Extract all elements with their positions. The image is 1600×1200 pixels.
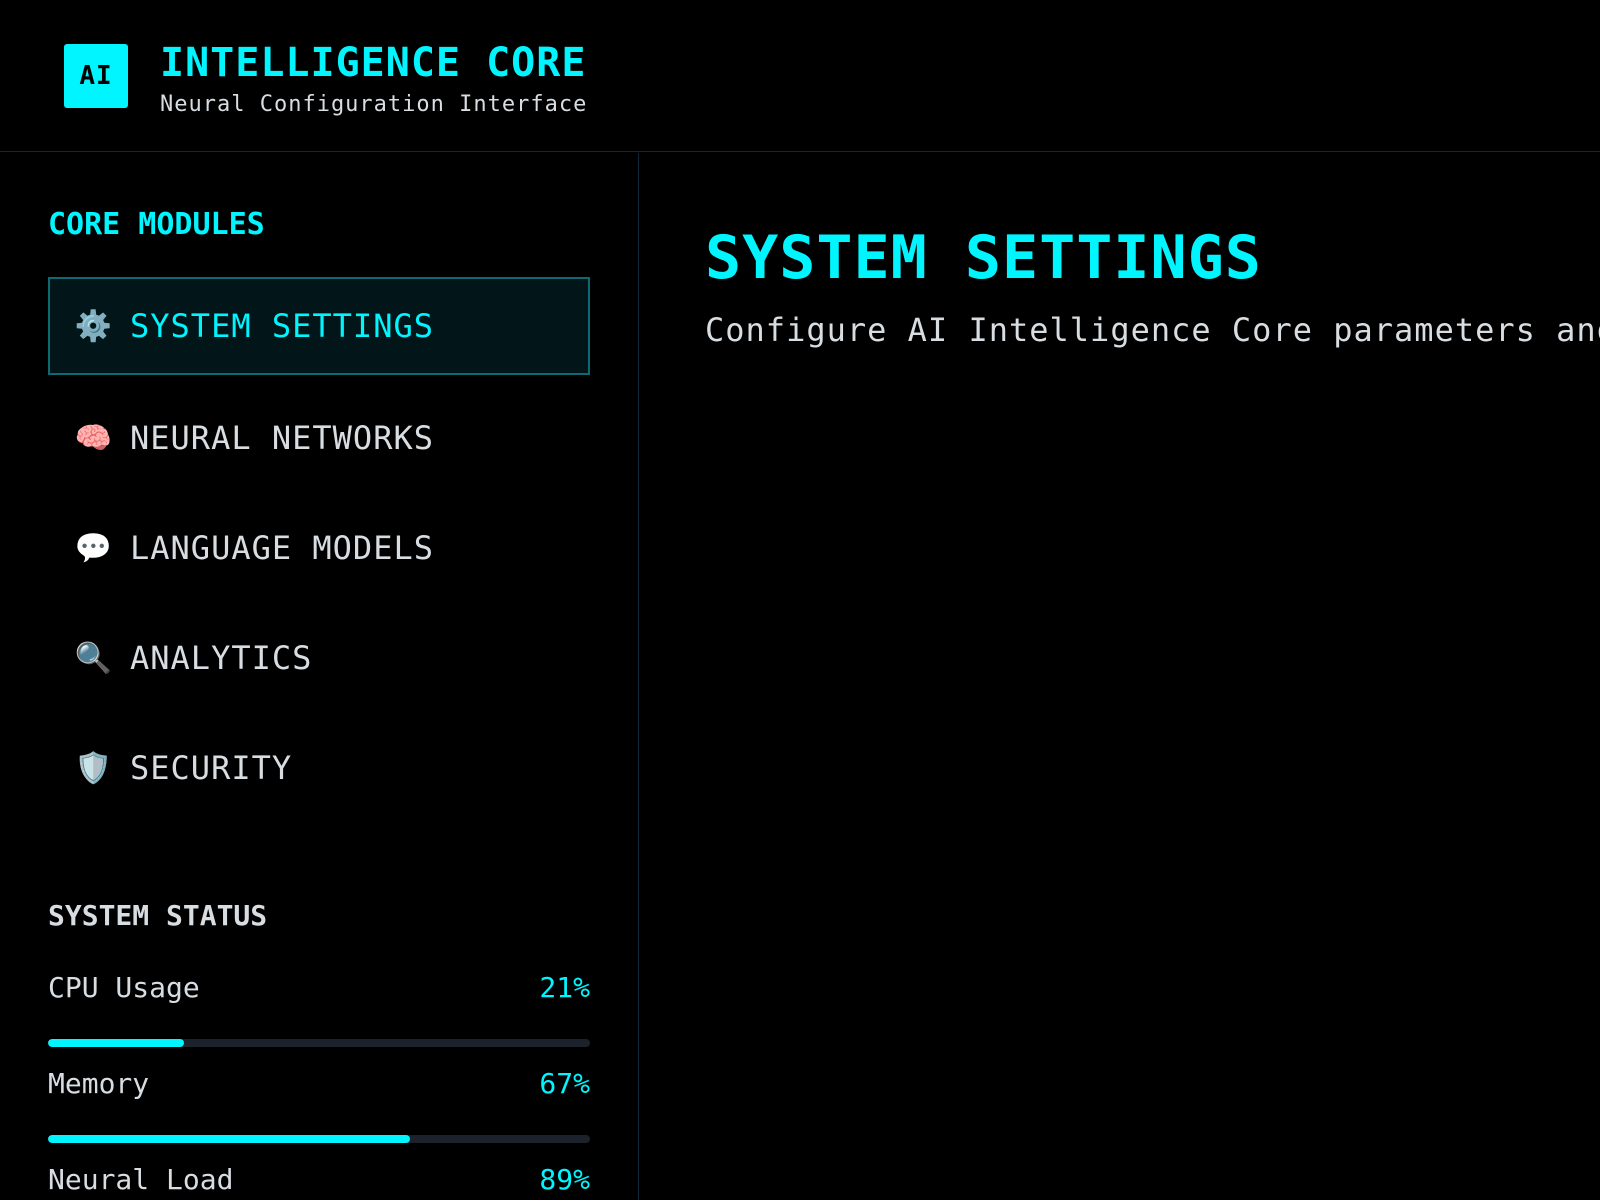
app-header: AI INTELLIGENCE CORE Neural Configuratio… — [0, 0, 1600, 152]
sidebar-item-analytics[interactable]: 🔍 ANALYTICS — [48, 609, 590, 707]
metric-label: Neural Load — [48, 1163, 234, 1196]
core-modules-heading: CORE MODULES — [48, 207, 265, 242]
ai-logo: AI — [64, 44, 128, 108]
metric-value: 67% — [539, 1067, 590, 1100]
page-title: SYSTEM SETTINGS — [705, 223, 1262, 293]
sidebar-item-label: NEURAL NETWORKS — [130, 419, 434, 457]
sidebar-item-label: SECURITY — [130, 749, 293, 787]
progress-fill — [48, 1135, 410, 1143]
sidebar-item-security[interactable]: 🛡️ SECURITY — [48, 719, 590, 817]
metric-value: 21% — [539, 971, 590, 1004]
page-description: Configure AI Intelligence Core parameter… — [705, 311, 1600, 349]
gear-icon: ⚙️ — [74, 308, 114, 344]
app-title: INTELLIGENCE CORE — [160, 40, 587, 86]
speech-bubble-icon: 💬 — [74, 530, 114, 566]
progress-track — [48, 1135, 590, 1143]
sidebar-item-label: LANGUAGE MODELS — [130, 529, 434, 567]
sidebar-item-neural-networks[interactable]: 🧠 NEURAL NETWORKS — [48, 389, 590, 487]
magnifier-icon: 🔍 — [74, 640, 114, 676]
shield-icon: 🛡️ — [74, 750, 114, 786]
app-window: AI INTELLIGENCE CORE Neural Configuratio… — [0, 0, 1600, 1200]
sidebar-item-system-settings[interactable]: ⚙️ SYSTEM SETTINGS — [48, 277, 590, 375]
main-content: SYSTEM SETTINGS Configure AI Intelligenc… — [640, 153, 1600, 1200]
progress-track — [48, 1039, 590, 1047]
metric-value: 89% — [539, 1163, 590, 1196]
sidebar-item-label: ANALYTICS — [130, 639, 313, 677]
progress-fill — [48, 1039, 184, 1047]
metric-label: CPU Usage — [48, 971, 200, 1004]
brain-icon: 🧠 — [74, 420, 114, 456]
metric-label: Memory — [48, 1067, 150, 1100]
app-subtitle: Neural Configuration Interface — [160, 92, 588, 117]
sidebar-item-label: SYSTEM SETTINGS — [130, 307, 434, 345]
system-status-heading: SYSTEM STATUS — [48, 899, 268, 932]
sidebar: CORE MODULES ⚙️ SYSTEM SETTINGS 🧠 NEURAL… — [0, 153, 639, 1200]
sidebar-item-language-models[interactable]: 💬 LANGUAGE MODELS — [48, 499, 590, 597]
